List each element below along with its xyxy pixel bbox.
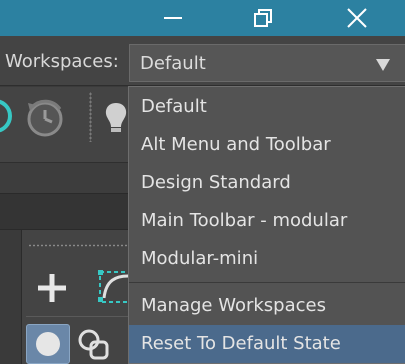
menu-item-alt-menu-and-toolbar[interactable]: Alt Menu and Toolbar [129,126,405,164]
menu-item-default[interactable]: Default [129,88,405,126]
menu-item-reset-to-default-state[interactable]: Reset To Default State [129,325,405,363]
selection-ring-icon[interactable] [0,99,12,133]
menu-item-manage-workspaces[interactable]: Manage Workspaces [129,287,405,325]
menu-item-label: Manage Workspaces [141,295,326,316]
restore-button[interactable] [240,0,286,36]
light-bulb-icon[interactable] [103,101,129,135]
workspaces-dropdown[interactable]: Default [129,44,405,82]
workspaces-selected-value: Default [140,53,206,74]
menu-item-label: Main Toolbar - modular [141,210,348,231]
menu-item-label: Reset To Default State [141,333,341,354]
workspaces-menu: Default Alt Menu and Toolbar Design Stan… [128,86,405,364]
plus-icon [38,274,66,302]
sphere-icon [36,332,60,356]
title-bar [0,0,405,36]
menu-item-main-toolbar-modular[interactable]: Main Toolbar - modular [129,202,405,240]
close-button[interactable] [334,0,380,36]
menu-item-modular-mini[interactable]: Modular-mini [129,240,405,278]
minimize-button[interactable] [150,0,196,36]
menu-item-design-standard[interactable]: Design Standard [129,164,405,202]
menu-item-label: Default [141,96,207,117]
history-icon[interactable] [24,97,66,139]
workspaces-label: Workspaces: [5,51,119,72]
menu-item-label: Alt Menu and Toolbar [141,134,331,155]
create-tab-button[interactable] [32,268,72,308]
left-toolbar-column [0,230,22,364]
menu-separator [129,282,405,283]
geometry-button[interactable] [26,324,70,364]
workspaces-bar: Workspaces: Default [0,36,405,86]
dropdown-arrow-icon [376,59,390,71]
app-window: Workspaces: Default Default Alt Menu and… [0,0,405,364]
minimize-icon [164,17,182,19]
menu-item-label: Modular-mini [141,248,259,269]
restore-icon [254,9,272,27]
close-icon [347,8,367,28]
shapes-icon[interactable] [76,326,112,362]
menu-item-label: Design Standard [141,172,291,193]
toolbar-separator [89,92,92,142]
